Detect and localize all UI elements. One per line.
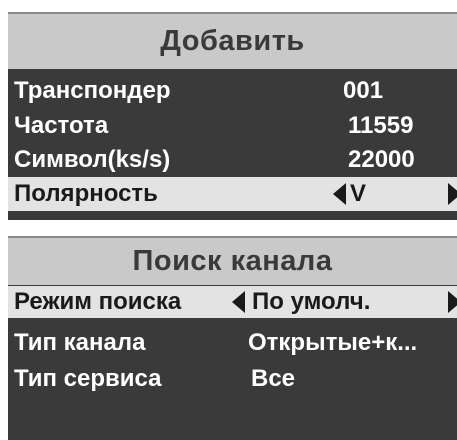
panel-title: Поиск канала bbox=[8, 238, 457, 285]
row-value: 11559 bbox=[348, 112, 414, 139]
menu-row-channel-type[interactable]: Тип канала Открытые+к... bbox=[8, 326, 457, 360]
row-label: Режим поиска bbox=[14, 288, 182, 315]
row-label: Транспондер bbox=[14, 77, 171, 104]
row-value: 22000 bbox=[348, 146, 415, 173]
menu-row-search-mode[interactable]: Режим поиска По умолч. bbox=[8, 286, 457, 318]
triangle-left-icon[interactable] bbox=[232, 291, 245, 313]
menu-row-symbol-rate[interactable]: Символ(ks/s) 22000 bbox=[8, 141, 457, 179]
triangle-left-icon[interactable] bbox=[333, 183, 346, 205]
menu-row-service-type[interactable]: Тип сервиса Все bbox=[8, 362, 457, 396]
row-label: Тип канала bbox=[14, 329, 146, 356]
row-value: 001 bbox=[343, 77, 384, 104]
menu-row-transponder[interactable]: Транспондер 001 bbox=[8, 72, 457, 110]
row-label: Тип сервиса bbox=[14, 365, 162, 392]
menu-row-frequency[interactable]: Частота 11559 bbox=[8, 107, 457, 145]
row-value: V bbox=[350, 180, 367, 207]
row-label: Символ(ks/s) bbox=[14, 146, 171, 173]
menu-row-polarity[interactable]: Полярность V bbox=[8, 177, 457, 211]
channel-search-panel: Поиск канала Режим поиска По умолч. Тип … bbox=[8, 236, 457, 440]
row-value: По умолч. bbox=[252, 288, 371, 315]
triangle-right-icon[interactable] bbox=[448, 183, 457, 205]
row-value: Все bbox=[251, 365, 296, 392]
panel-title: Добавить bbox=[8, 14, 457, 69]
row-label: Частота bbox=[14, 112, 109, 139]
add-transponder-panel: Добавить Транспондер 001 Частота 11559 С… bbox=[8, 12, 457, 220]
row-value: Открытые+к... bbox=[248, 329, 418, 356]
triangle-right-icon[interactable] bbox=[448, 291, 457, 313]
row-label: Полярность bbox=[14, 180, 158, 207]
